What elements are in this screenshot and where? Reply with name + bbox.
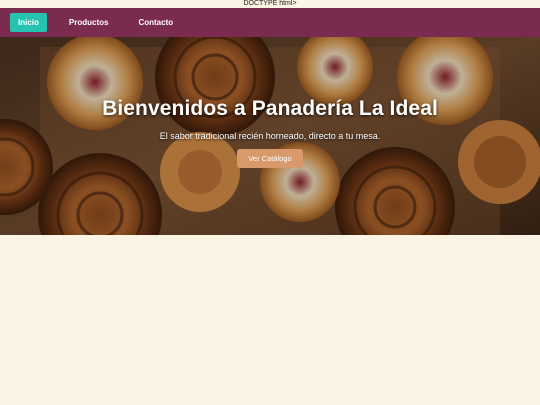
raw-doctype-text: DOCTYPE html> (0, 0, 540, 8)
catalog-button[interactable]: Ver Catálogo (237, 149, 303, 168)
nav-link-inicio[interactable]: Inicio (10, 13, 47, 32)
page-body (0, 235, 540, 405)
hero-banner: Bienvenidos a Panadería La Ideal El sabo… (0, 37, 540, 235)
nav-link-productos[interactable]: Productos (61, 13, 117, 32)
nav-link-contacto[interactable]: Contacto (130, 13, 181, 32)
hero-content: Bienvenidos a Panadería La Ideal El sabo… (0, 97, 540, 168)
hero-subtitle: El sabor tradicional recién horneado, di… (159, 131, 381, 141)
top-navbar: Inicio Productos Contacto (0, 8, 540, 37)
hero-title: Bienvenidos a Panadería La Ideal (102, 97, 438, 120)
